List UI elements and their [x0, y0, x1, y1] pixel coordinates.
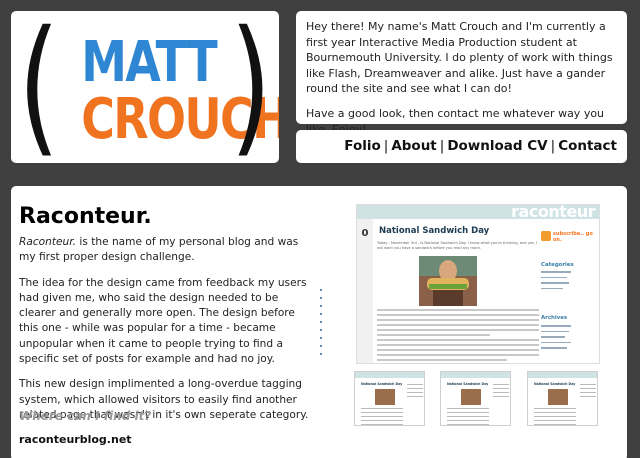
thumbnail-title: National Sandwich Day	[534, 382, 576, 386]
screenshot-sandwich-photo	[419, 256, 477, 306]
nav-separator: |	[383, 138, 389, 154]
logo-last-name: CROUCH	[81, 87, 279, 152]
nav-link-download-cv[interactable]: Download CV	[447, 138, 547, 154]
project-screenshot[interactable]: raconteur 0 National Sandwich Day Today …	[356, 204, 600, 364]
thumbnail-title: National Sandwich Day	[447, 382, 489, 386]
screenshot-sidebar-heading: Archives	[541, 315, 568, 321]
nav-separator: |	[439, 138, 445, 154]
nav-link-about[interactable]: About	[391, 138, 436, 154]
logo-paren-right: )	[230, 11, 272, 163]
screenshot-archive-list	[541, 325, 595, 353]
project-site-link[interactable]: raconteurblog.net	[19, 433, 132, 446]
logo-panel[interactable]: ( MATT CROUCH )	[11, 11, 279, 163]
nav-link-folio[interactable]: Folio	[344, 138, 380, 154]
screenshot-thumbnail[interactable]: National Sandwich Day	[440, 371, 511, 426]
rss-icon	[541, 231, 551, 241]
folio-content-panel: Raconteur. Raconteur. is the name of my …	[11, 186, 627, 458]
project-description: Raconteur. is the name of my personal bl…	[19, 235, 315, 433]
project-paragraph: Raconteur. is the name of my personal bl…	[19, 235, 315, 266]
nav-link-contact[interactable]: Contact	[558, 138, 617, 154]
nav-separator: |	[550, 138, 556, 154]
project-title: Raconteur.	[19, 204, 152, 229]
screenshot-thumbnail[interactable]: National Sandwich Day	[354, 371, 425, 426]
screenshot-category-list	[541, 271, 595, 293]
screenshot-thumbnail[interactable]: National Sandwich Day	[527, 371, 598, 426]
screenshot-header: raconteur	[357, 205, 599, 221]
thumbnail-title: National Sandwich Day	[361, 382, 403, 386]
project-name-italic: Raconteur.	[19, 236, 77, 248]
logo-first-name: MATT	[81, 30, 217, 95]
where-heading: Where can I find it?	[19, 409, 152, 423]
screenshot-post-meta: Today - November 3rd - is National Sandw…	[377, 241, 538, 250]
main-nav: Folio | About | Download CV | Contact	[296, 130, 627, 163]
logo-paren-left: (	[18, 11, 60, 163]
screenshot-comment-count: 0	[361, 228, 369, 239]
divider-dots	[320, 289, 324, 361]
screenshot-subscribe: subscribe.. go on.	[553, 231, 593, 243]
intro-paragraph: Hey there! My name's Matt Crouch and I'm…	[306, 20, 613, 96]
screenshot-post-text	[377, 309, 539, 363]
intro-panel: Hey there! My name's Matt Crouch and I'm…	[296, 11, 627, 136]
screenshot-post-title: National Sandwich Day	[379, 226, 490, 236]
screenshot-sidebar-heading: Categories	[541, 262, 574, 268]
project-paragraph: The idea for the design came from feedba…	[19, 276, 307, 366]
screenshot-sidebar: subscribe.. go on. Categories Archives	[541, 219, 599, 363]
